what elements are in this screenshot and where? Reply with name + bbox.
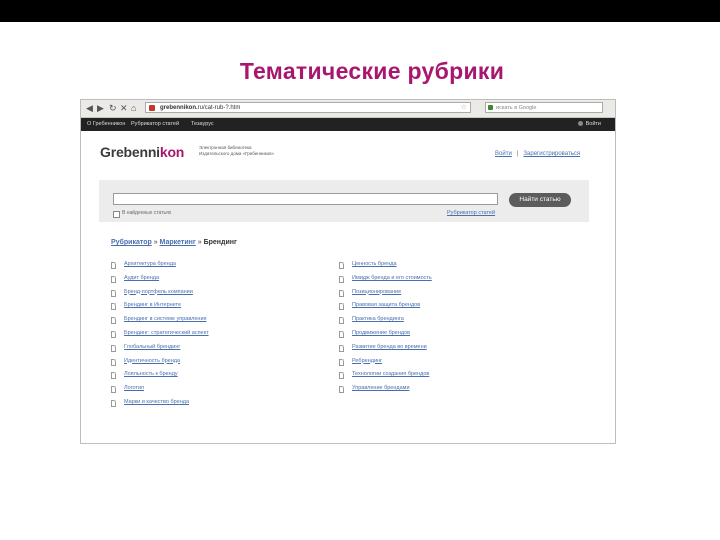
nav-item-rubricator[interactable]: Рубрикатор статей (131, 121, 179, 127)
search-in-results-label: В найденных статьях (122, 210, 172, 216)
search-engine-icon (488, 105, 493, 110)
breadcrumb-marketing[interactable]: Маркетинг (160, 239, 196, 246)
rubric-link[interactable]: Имидж бренда и его стоимость (352, 275, 432, 281)
address-bar[interactable]: grebennikon.ru/cat-rub-?.htm ☆ (145, 102, 471, 113)
browser-screenshot: ◀ ▶ ↻ ✕ ⌂ grebennikon.ru/cat-rub-?.htm ☆… (80, 99, 616, 444)
document-icon (111, 330, 116, 338)
rubric-link[interactable]: Лояльность к бренду (124, 371, 178, 377)
login-link[interactable]: Войти (495, 151, 512, 157)
document-icon (111, 317, 116, 325)
rubric-link[interactable]: Архитектура бренда (124, 261, 176, 267)
document-icon (111, 386, 116, 394)
rubric-link[interactable]: Управление брендами (352, 385, 410, 391)
breadcrumb-current: Брендинг (203, 239, 237, 246)
search-in-results-checkbox[interactable] (113, 211, 120, 218)
rubric-link[interactable]: Марки и качество бренда (124, 399, 189, 405)
browser-search-placeholder: искать в Google (496, 105, 537, 111)
breadcrumb-separator: » (151, 239, 160, 246)
slide-top-bar (0, 0, 720, 22)
rubric-link[interactable]: Практика брендинга (352, 316, 404, 322)
breadcrumb-separator: » (195, 239, 204, 246)
nav-item-thesaurus[interactable]: Тезаурус (191, 121, 214, 127)
nav-login-link[interactable]: Войти (578, 121, 601, 127)
document-icon (339, 289, 344, 297)
document-icon (339, 330, 344, 338)
document-icon (339, 275, 344, 283)
document-icon (339, 317, 344, 325)
document-icon (339, 372, 344, 380)
rubric-link[interactable]: Идентичность бренда (124, 358, 180, 364)
site-nav-bar: О Гребенникон Рубрикатор статей Тезаурус… (81, 118, 615, 131)
nav-item-about[interactable]: О Гребенникон (87, 121, 125, 127)
rubric-link[interactable]: Правовая защита брендов (352, 302, 420, 308)
rubric-link[interactable]: Технологии создания брендов (352, 371, 429, 377)
tagline-line-2: Издательского дома «Гребенников» (199, 151, 275, 156)
header-account-links: Войти | Зарегистрироваться (495, 151, 580, 157)
rubric-link[interactable]: Ребрендинг (352, 358, 382, 364)
article-search-input[interactable] (113, 193, 498, 205)
rubric-link[interactable]: Аудит бренда (124, 275, 159, 281)
document-icon (339, 303, 344, 311)
site-logo[interactable]: Grebennikon (100, 144, 184, 160)
document-icon (111, 358, 116, 366)
rubricator-link[interactable]: Рубрикатор статей (447, 210, 495, 216)
breadcrumb: Рубрикатор » Маркетинг » Брендинг (111, 239, 237, 246)
document-icon (339, 262, 344, 269)
logo-main-text: Grebenni (100, 144, 160, 160)
search-panel: Найти статью В найденных статьях Рубрика… (99, 180, 589, 222)
home-icon[interactable]: ⌂ (131, 103, 136, 113)
stop-icon[interactable]: ✕ (120, 103, 128, 113)
link-separator: | (516, 151, 519, 157)
rubric-link[interactable]: Ценность бренда (352, 261, 397, 267)
bookmark-star-icon[interactable]: ☆ (461, 102, 467, 113)
breadcrumb-rubricator[interactable]: Рубрикатор (111, 239, 152, 246)
slide-title: Тематические рубрики (239, 58, 505, 84)
document-icon (111, 262, 116, 269)
logo-accent-text: kon (159, 144, 185, 160)
reload-icon[interactable]: ↻ (109, 103, 117, 113)
favicon-icon (149, 105, 155, 111)
rubric-link[interactable]: Развитие бренда во времени (352, 344, 427, 350)
rubric-link[interactable]: Брендинг в системе управления (124, 316, 207, 322)
rubric-link[interactable]: Продвижение брендов (352, 330, 410, 336)
url-path: ru/cat-rub-?.htm (197, 105, 241, 111)
rubric-link[interactable]: Позиционирование (352, 289, 401, 295)
url-domain: grebennikon. (160, 105, 198, 111)
document-icon (111, 344, 116, 352)
rubric-link[interactable]: Брендинг: стратегический аспект (124, 330, 209, 336)
document-icon (339, 358, 344, 366)
register-link[interactable]: Зарегистрироваться (523, 151, 580, 157)
browser-search-input[interactable]: искать в Google (485, 102, 603, 113)
rubric-link[interactable]: Брендинг в Интернете (124, 302, 181, 308)
document-icon (111, 372, 116, 380)
document-icon (111, 303, 116, 311)
site-tagline: Электронная библиотека Издательского дом… (199, 145, 289, 157)
document-icon (111, 289, 116, 297)
rubric-link[interactable]: Логотип (124, 385, 144, 391)
rubric-link[interactable]: Бренд-портфель компании (124, 289, 193, 295)
find-article-button[interactable]: Найти статью (509, 193, 571, 207)
document-icon (339, 344, 344, 352)
document-icon (111, 275, 116, 283)
browser-toolbar: ◀ ▶ ↻ ✕ ⌂ grebennikon.ru/cat-rub-?.htm ☆… (81, 100, 615, 118)
document-icon (339, 386, 344, 394)
rubric-link[interactable]: Глобальный брендинг (124, 344, 180, 350)
back-icon[interactable]: ◀ (86, 103, 93, 113)
forward-icon[interactable]: ▶ (97, 103, 104, 113)
document-icon (111, 399, 116, 407)
